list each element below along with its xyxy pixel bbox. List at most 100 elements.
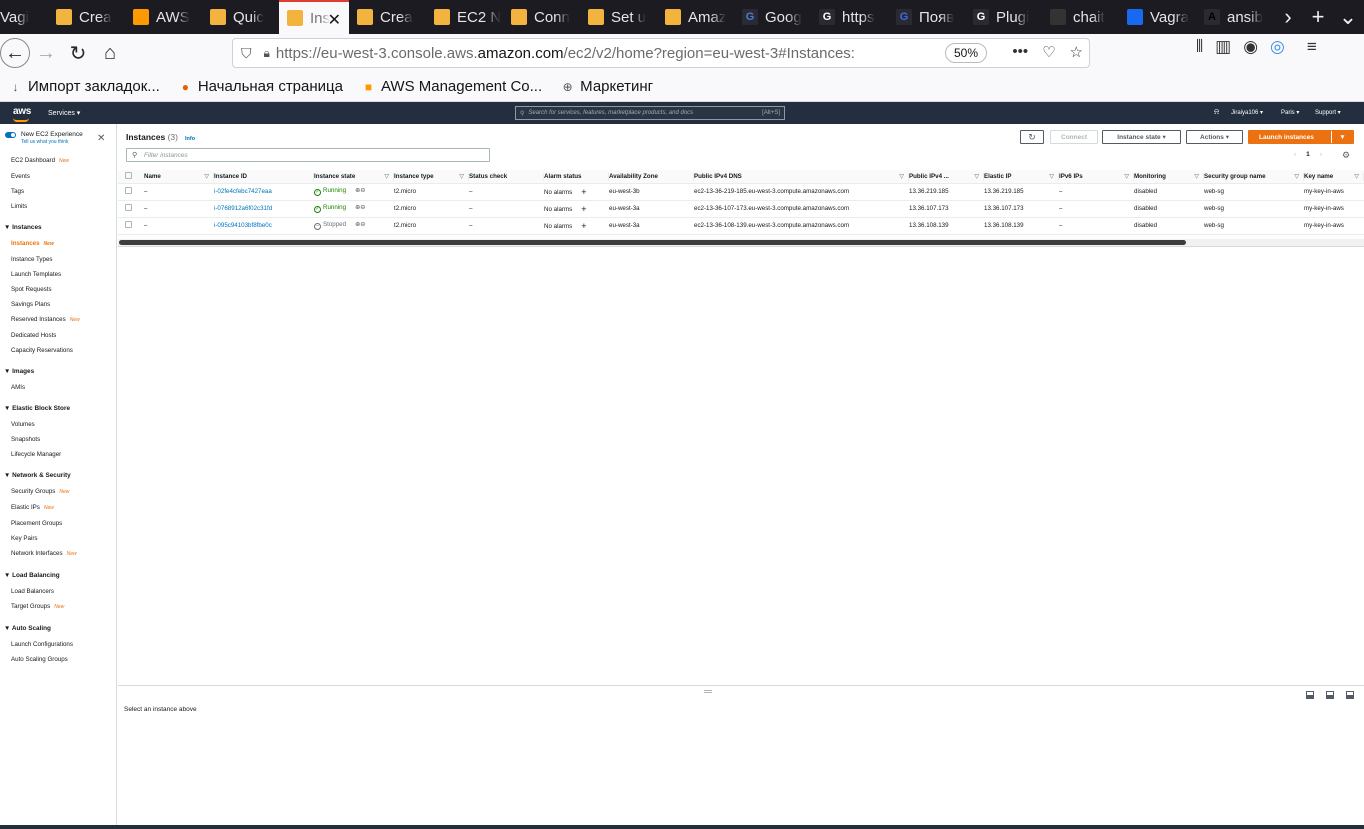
url-bar[interactable]: ⛉ 🔒︎ https://eu-west-3.console.aws.amazo… xyxy=(232,38,1090,68)
column-header[interactable]: Public IPv4 DNS ▽ xyxy=(694,170,909,184)
column-header[interactable]: Public IPv4 ... ▽ xyxy=(909,170,984,184)
row-checkbox[interactable] xyxy=(125,221,132,228)
split-panel-resize-handle[interactable] xyxy=(704,690,712,693)
sidebar-item-dedicated-hosts[interactable]: Dedicated Hosts xyxy=(11,332,56,339)
select-all-checkbox[interactable] xyxy=(125,171,132,179)
browser-tab[interactable]: Vagra xyxy=(1119,0,1196,34)
sidebar-item-key-pairs[interactable]: Key Pairs xyxy=(11,535,37,542)
sidebar-section-instances[interactable]: ▼ Instances xyxy=(4,224,42,231)
sidebar-item-elastic-ips[interactable]: Elastic IPs New xyxy=(11,504,54,511)
pocket-icon[interactable]: ♡ xyxy=(1042,43,1055,61)
browser-tab[interactable]: EC2 N xyxy=(426,0,503,34)
browser-tab[interactable]: Vagi xyxy=(0,0,48,34)
zoom-in-out-icon[interactable]: ⊕⊖ xyxy=(355,187,365,194)
support-menu[interactable]: Support ▾ xyxy=(1315,109,1341,116)
column-header[interactable]: Instance type ▽ xyxy=(394,170,469,184)
bookmark-item[interactable]: ■ AWS Management Co... xyxy=(361,78,542,95)
add-alarm-icon[interactable]: + xyxy=(581,221,586,231)
zoom-indicator[interactable]: 50% xyxy=(945,43,987,63)
add-alarm-icon[interactable]: + xyxy=(581,187,586,197)
browser-tab[interactable]: Conn xyxy=(503,0,580,34)
browser-tab[interactable]: AWS xyxy=(125,0,202,34)
sidebar-item-instance-types[interactable]: Instance Types xyxy=(11,256,53,263)
back-button[interactable]: ← xyxy=(0,38,30,68)
sidebar-item-tags[interactable]: Tags xyxy=(11,188,24,195)
forward-button[interactable]: → xyxy=(30,37,62,69)
sidebar-item-limits[interactable]: Limits xyxy=(11,203,27,210)
bookmark-item[interactable]: ● Начальная страница xyxy=(178,78,343,95)
aws-logo[interactable]: aws xyxy=(13,106,31,122)
settings-gear-icon[interactable]: ⚙ xyxy=(1342,150,1350,161)
browser-tab[interactable]: G Goog xyxy=(734,0,811,34)
sidebar-item-auto-scaling-groups[interactable]: Auto Scaling Groups xyxy=(11,656,68,663)
sidebar-item-network-interfaces[interactable]: Network Interfaces New xyxy=(11,550,77,557)
bookmark-item[interactable]: ⊕ Маркетинг xyxy=(560,78,653,95)
browser-tab[interactable]: G Plugi xyxy=(965,0,1042,34)
column-header[interactable]: Instance ID xyxy=(214,170,314,184)
sidebar-item-spot-requests[interactable]: Spot Requests xyxy=(11,286,52,293)
tab-scroll-right-icon[interactable]: › xyxy=(1273,4,1303,30)
instance-id-link[interactable]: i-095c94103bf8fbe0c xyxy=(214,222,272,229)
user-menu[interactable]: Jiraiya106 ▾ xyxy=(1231,109,1263,116)
instance-id-link[interactable]: i-02fe4cfebc7427eaa xyxy=(214,188,272,195)
extension-icon[interactable]: ◎ xyxy=(1270,37,1285,57)
browser-tab[interactable]: Quic xyxy=(202,0,279,34)
sidebar-item-reserved-instances[interactable]: Reserved Instances New xyxy=(11,316,80,323)
launch-instances-button[interactable]: Launch instances ▼ xyxy=(1248,130,1354,144)
sort-icon[interactable]: ▽ xyxy=(1124,173,1129,180)
more-icon[interactable]: ••• xyxy=(1012,43,1028,61)
zoom-in-out-icon[interactable]: ⊕⊖ xyxy=(355,204,365,211)
region-menu[interactable]: Paris ▾ xyxy=(1281,109,1299,116)
sidebar-item-amis[interactable]: AMIs xyxy=(11,384,25,391)
actions-dropdown[interactable]: Actions ▾ xyxy=(1186,130,1243,144)
close-icon[interactable]: ✕ xyxy=(97,133,105,144)
sidebar-item-launch-templates[interactable]: Launch Templates xyxy=(11,271,61,278)
column-header[interactable]: Name ▽ xyxy=(144,170,214,184)
column-header[interactable]: Instance state ▽ xyxy=(314,170,394,184)
current-page[interactable]: 1 xyxy=(1306,151,1310,158)
services-menu[interactable]: Services ▾ xyxy=(48,109,80,117)
column-header[interactable]: Status check xyxy=(469,170,544,184)
sidebar-section-network[interactable]: ▼ Network & Security xyxy=(4,472,71,479)
sort-icon[interactable]: ▽ xyxy=(1354,173,1359,180)
new-experience-toggle[interactable] xyxy=(5,132,16,138)
row-checkbox[interactable] xyxy=(125,187,132,194)
sidebar-item-placement-groups[interactable]: Placement Groups xyxy=(11,520,62,527)
browser-tab[interactable]: chait xyxy=(1042,0,1119,34)
browser-tab[interactable]: Ins ✕ xyxy=(279,0,349,34)
launch-dropdown-caret[interactable]: ▼ xyxy=(1331,131,1353,143)
browser-tab[interactable]: Amaz xyxy=(657,0,734,34)
add-alarm-icon[interactable]: + xyxy=(581,204,586,214)
info-link[interactable]: Info xyxy=(185,136,195,142)
table-scrollbar-thumb[interactable] xyxy=(119,240,1186,245)
global-search-input[interactable]: ⚲ Search for services, features, marketp… xyxy=(515,106,785,120)
menu-icon[interactable]: ≡ xyxy=(1307,37,1317,57)
browser-tab[interactable]: Ghttps xyxy=(811,0,888,34)
sort-icon[interactable]: ▽ xyxy=(459,173,464,180)
library-icon[interactable]: ⫴ xyxy=(1196,37,1203,57)
split-side-icon[interactable] xyxy=(1326,691,1334,699)
sidebar-item-capacity-reservations[interactable]: Capacity Reservations xyxy=(11,347,73,354)
sidebar-section-images[interactable]: ▼ Images xyxy=(4,368,34,375)
sidebar-item-volumes[interactable]: Volumes xyxy=(11,421,35,428)
url-text[interactable]: https://eu-west-3.console.aws.amazon.com… xyxy=(276,45,855,62)
split-full-icon[interactable] xyxy=(1346,691,1354,699)
sort-icon[interactable]: ▽ xyxy=(1294,173,1299,180)
instance-id-link[interactable]: i-0768912a6f02c31fd xyxy=(214,205,272,212)
sidebar-item-savings-plans[interactable]: Savings Plans xyxy=(11,301,50,308)
column-header[interactable]: Key name ▽ xyxy=(1304,170,1364,184)
account-icon[interactable]: ◉ xyxy=(1243,37,1258,57)
sidebar-item-instances[interactable]: Instances New xyxy=(11,240,54,247)
sort-icon[interactable]: ▽ xyxy=(384,173,389,180)
column-header[interactable]: Monitoring ▽ xyxy=(1134,170,1204,184)
table-row[interactable]: – i-0768912a6f02c31fd ✓ Running ⊕⊖ t2.micro – N… xyxy=(118,200,1364,218)
sidebar-item-dashboard[interactable]: EC2 Dashboard New xyxy=(11,157,69,164)
connect-button[interactable]: Connect xyxy=(1050,130,1098,144)
split-bottom-icon[interactable] xyxy=(1306,691,1314,699)
bookmark-star-icon[interactable]: ☆ xyxy=(1070,43,1083,61)
sort-icon[interactable]: ▽ xyxy=(1194,173,1199,180)
tell-us-link[interactable]: Tell us what you think xyxy=(21,139,69,145)
column-header[interactable]: Alarm status xyxy=(544,170,609,184)
zoom-in-out-icon[interactable]: ⊕⊖ xyxy=(355,221,365,228)
lock-icon[interactable]: 🔒︎ xyxy=(264,46,270,61)
